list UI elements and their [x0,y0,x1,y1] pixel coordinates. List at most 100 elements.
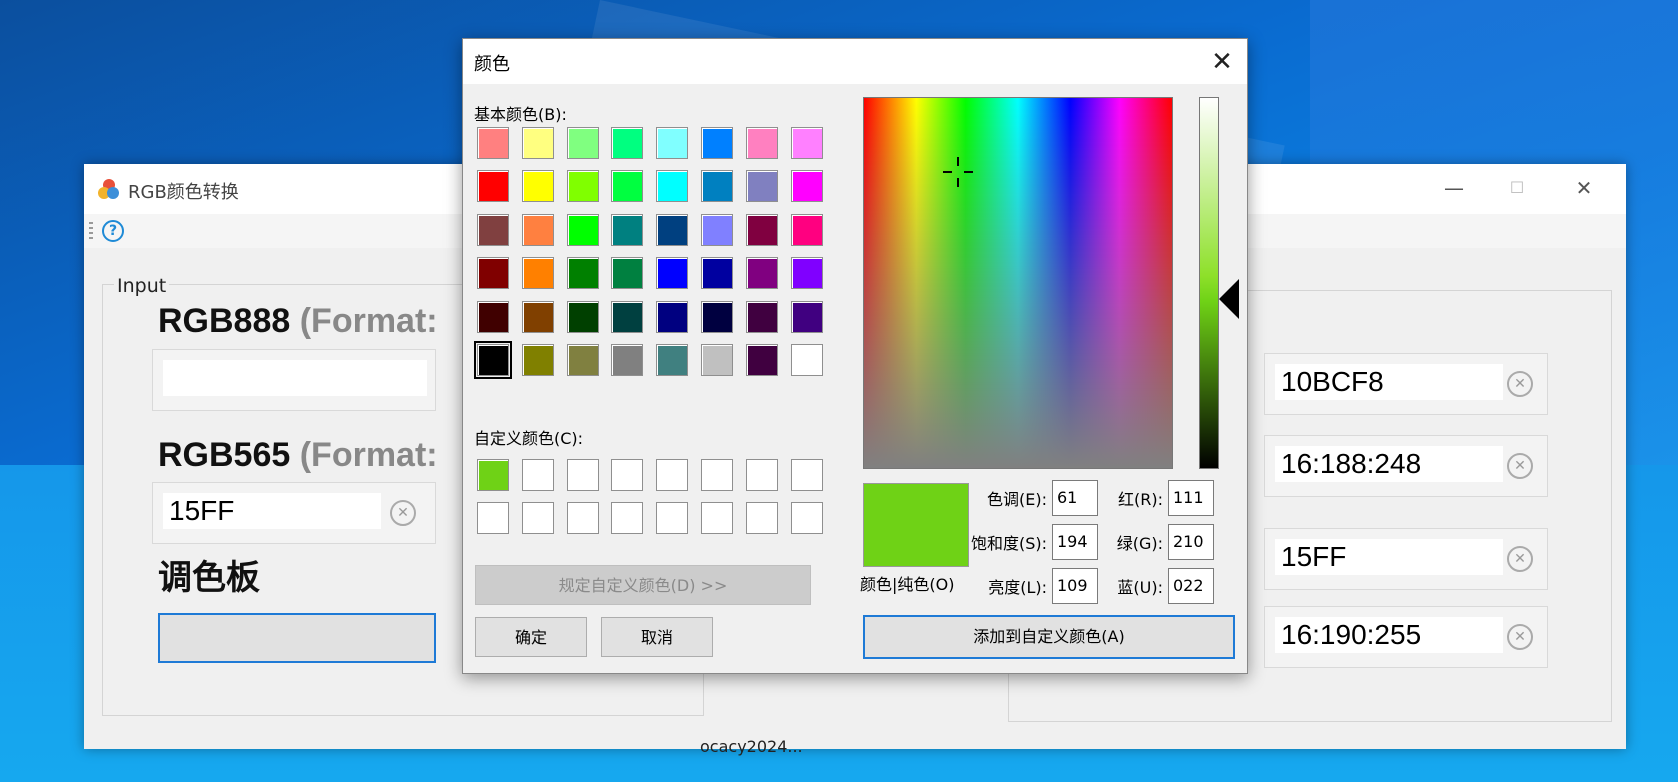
dialog-close-icon[interactable]: ✕ [1205,45,1239,79]
basic-color-swatch[interactable] [521,344,554,376]
output-rgb565-rgb-field[interactable]: 16:190:255 [1275,617,1503,653]
rgb888-label: RGB888 (Format: [158,302,438,341]
basic-color-swatch[interactable] [701,213,733,246]
basic-color-swatch[interactable] [790,213,823,246]
basic-color-swatch[interactable] [790,257,823,290]
custom-color-swatch[interactable] [477,502,509,535]
basic-color-swatch[interactable] [611,127,644,159]
basic-color-swatch[interactable] [745,300,778,333]
basic-color-swatch[interactable] [611,170,644,203]
green-input[interactable]: 210 [1168,524,1214,560]
basic-color-swatch[interactable] [521,213,554,246]
output-hex-field[interactable]: 10BCF8 [1275,364,1503,400]
basic-color-swatch[interactable] [790,344,823,376]
crosshair-icon[interactable] [943,157,973,187]
add-to-custom-colors-button[interactable]: 添加到自定义颜色(A) [863,615,1235,659]
basic-color-swatch[interactable] [566,127,599,159]
red-input[interactable]: 111 [1168,480,1214,516]
basic-color-swatch[interactable] [745,213,778,246]
custom-color-swatch[interactable] [521,459,554,491]
clear-icon[interactable]: ✕ [1507,371,1533,397]
red-label: 红(R): [1118,490,1163,509]
basic-color-swatch[interactable] [790,127,823,159]
clear-icon[interactable]: ✕ [1507,546,1533,572]
basic-color-swatch[interactable] [521,170,554,203]
custom-color-swatch[interactable] [656,459,689,491]
toolbar-grip-icon[interactable] [89,222,93,242]
custom-color-swatch[interactable] [790,459,823,491]
basic-color-swatch[interactable] [521,257,554,290]
basic-color-swatch[interactable] [477,300,509,333]
basic-color-swatch[interactable] [656,127,689,159]
ok-button[interactable]: 确定 [475,617,587,657]
saturation-input[interactable]: 194 [1052,524,1098,560]
basic-color-swatch[interactable] [521,300,554,333]
basic-color-swatch[interactable] [611,300,644,333]
custom-color-swatch[interactable] [745,459,778,491]
basic-color-swatch[interactable] [566,257,599,290]
custom-color-swatch[interactable] [566,459,599,491]
dialog-title-bar[interactable]: 颜色 ✕ [463,39,1247,84]
hue-input[interactable]: 61 [1052,480,1098,516]
custom-color-swatch[interactable] [611,502,644,535]
clear-icon[interactable]: ✕ [390,500,416,526]
help-icon[interactable]: ? [102,220,124,242]
basic-color-swatch[interactable] [656,170,689,203]
blue-input[interactable]: 022 [1168,568,1214,604]
color-spectrum[interactable] [863,97,1173,469]
basic-color-swatch[interactable] [656,344,689,376]
basic-color-swatch[interactable] [521,127,554,159]
cancel-button[interactable]: 取消 [601,617,713,657]
basic-color-swatch[interactable] [701,127,733,159]
basic-color-swatch[interactable] [656,257,689,290]
clear-icon[interactable]: ✕ [1507,624,1533,650]
maximize-button[interactable]: ☐ [1497,170,1537,206]
basic-color-swatch[interactable] [566,300,599,333]
palette-button[interactable] [158,613,436,663]
basic-color-swatch[interactable] [611,257,644,290]
basic-color-swatch[interactable] [701,344,733,376]
luminance-input[interactable]: 109 [1052,568,1098,604]
basic-color-swatch[interactable] [477,170,509,203]
basic-color-swatch[interactable] [566,344,599,376]
clear-icon[interactable]: ✕ [1507,453,1533,479]
output-hex-container: 10BCF8 ✕ [1264,353,1548,415]
custom-color-swatch[interactable] [611,459,644,491]
basic-color-swatch[interactable] [477,127,509,159]
basic-color-swatch[interactable] [745,257,778,290]
rgb565-input[interactable]: 15FF [163,493,381,529]
custom-color-swatch[interactable] [521,502,554,535]
basic-color-swatch[interactable] [477,257,509,290]
basic-color-swatch[interactable] [656,213,689,246]
basic-color-swatch[interactable] [701,170,733,203]
custom-color-swatch[interactable] [566,502,599,535]
basic-color-swatch[interactable] [745,127,778,159]
custom-color-swatch[interactable] [656,502,689,535]
basic-color-swatch[interactable] [745,344,778,376]
basic-color-swatch[interactable] [611,344,644,376]
basic-color-swatch[interactable] [566,213,599,246]
rgb888-input[interactable] [163,360,427,396]
basic-color-swatch[interactable] [790,170,823,203]
basic-color-swatch[interactable] [477,213,509,246]
basic-color-swatch[interactable] [611,213,644,246]
basic-color-swatch[interactable] [701,257,733,290]
basic-color-swatch[interactable] [790,300,823,333]
basic-color-swatch[interactable] [566,170,599,203]
luminance-arrow-icon[interactable] [1219,279,1239,319]
basic-color-swatch[interactable] [474,341,512,379]
basic-color-swatch[interactable] [701,300,733,333]
custom-color-swatch[interactable] [701,502,733,535]
basic-color-swatch[interactable] [656,300,689,333]
define-custom-colors-button[interactable]: 规定自定义颜色(D) >> [475,565,811,605]
basic-color-swatch[interactable] [745,170,778,203]
close-button[interactable]: ✕ [1564,170,1604,206]
output-rgb-field[interactable]: 16:188:248 [1275,446,1503,482]
custom-color-swatch[interactable] [745,502,778,535]
custom-color-swatch[interactable] [701,459,733,491]
custom-color-swatch[interactable] [790,502,823,535]
minimize-button[interactable]: — [1434,170,1474,206]
custom-color-swatch[interactable] [477,459,509,491]
luminance-slider[interactable] [1199,97,1219,469]
output-rgb565-field[interactable]: 15FF [1275,539,1503,575]
